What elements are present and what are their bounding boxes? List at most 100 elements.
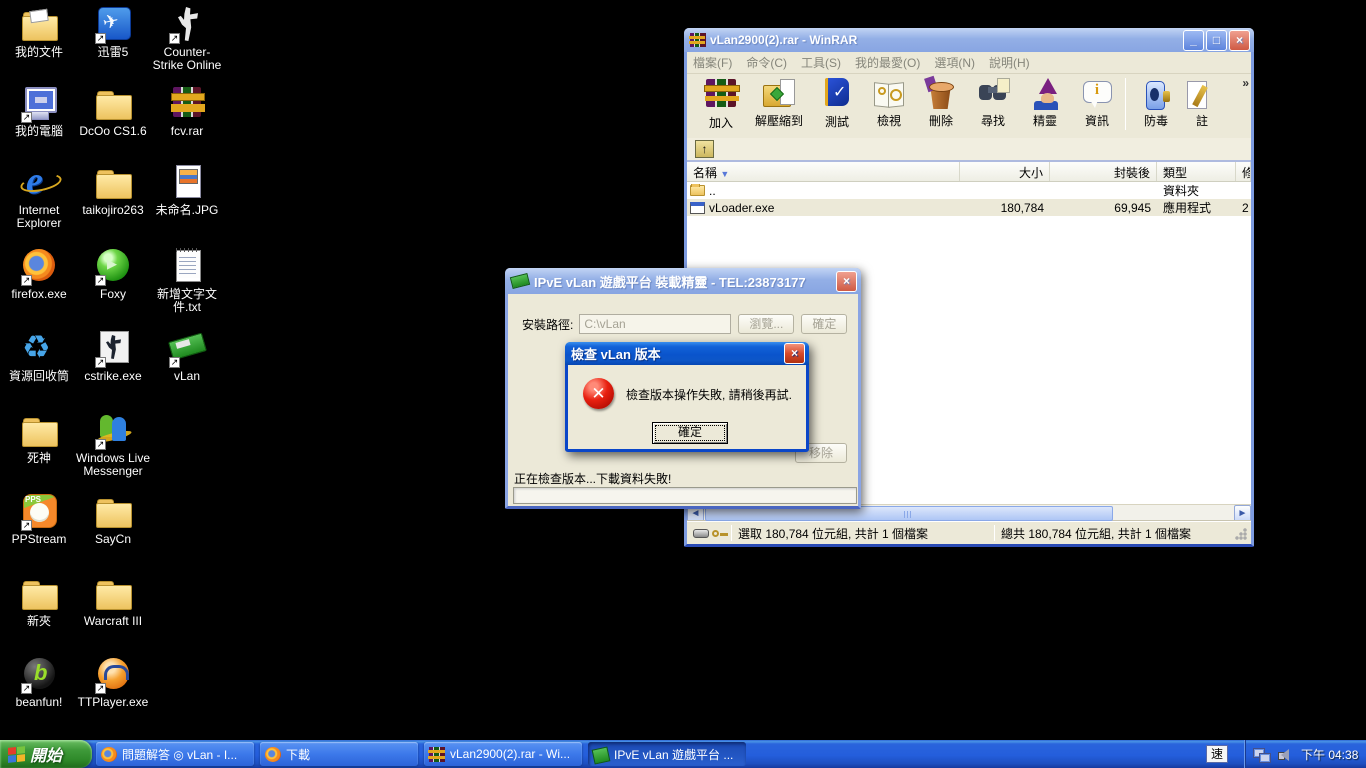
winrar-titlebar[interactable]: vLan2900(2).rar - WinRAR _ □ × — [684, 28, 1254, 52]
toolbar-antivirus-button[interactable]: 防毒 — [1130, 76, 1182, 129]
toolbar-info-button[interactable]: i 資訊 — [1071, 76, 1123, 129]
toolbar-wizard-button[interactable]: 精靈 — [1019, 76, 1071, 129]
error-dialog-close-button[interactable]: × — [784, 343, 805, 364]
desktop-icon-taikojiro263[interactable]: taikojiro263 — [75, 163, 151, 217]
desktop-icon-deathgod-folder[interactable]: 死神 — [1, 411, 77, 465]
desktop-icon-thunder5[interactable]: ↗迅雷5 — [75, 5, 151, 59]
desktop-icon-warcraft3[interactable]: Warcraft III — [75, 574, 151, 628]
start-button[interactable]: 開始 — [0, 740, 92, 768]
desktop: 我的文件 ↗迅雷5 ↗Counter-Strike Online ↗我的電腦 D… — [0, 0, 1366, 768]
resize-grip[interactable] — [1235, 528, 1247, 540]
table-row-vloader[interactable]: vLoader.exe 180,784 69,945 應用程式 2 — [687, 199, 1251, 216]
foxy-icon: ↗ — [92, 247, 134, 286]
maximize-button[interactable]: □ — [1206, 29, 1227, 51]
error-dialog-titlebar[interactable]: 檢查 vLan 版本 × — [565, 342, 809, 365]
folder-icon — [92, 163, 134, 201]
installer-close-button[interactable]: × — [836, 270, 857, 292]
image-file-icon — [166, 163, 208, 201]
my-computer-icon: ↗ — [18, 84, 60, 123]
taskbar-task-firefox-qa[interactable]: 問題解答 ◎ vLan - I... — [96, 742, 254, 766]
menu-file[interactable]: 檔案(F) — [693, 54, 732, 71]
taskbar-clock[interactable]: 下午 04:38 — [1301, 746, 1358, 763]
toolbar-test-button[interactable]: 測試 — [811, 76, 863, 130]
desktop-icon-recycle-bin[interactable]: 資源回收筒 — [1, 329, 77, 383]
error-ok-button[interactable]: 確定 — [652, 422, 728, 444]
installer-titlebar[interactable]: IPvE vLan 遊戲平台 裝載精靈 - TEL:23873177 × — [505, 268, 861, 294]
minimize-button[interactable]: _ — [1183, 29, 1204, 51]
browse-button[interactable]: 瀏覽... — [738, 314, 795, 334]
desktop-icon-saycn[interactable]: SayCn — [75, 492, 151, 546]
menu-help[interactable]: 說明(H) — [989, 54, 1030, 71]
my-documents-icon — [18, 5, 60, 43]
desktop-icon-counter-strike-online[interactable]: ↗ Counter-Strike Online — [149, 5, 225, 72]
desktop-icon-fcv-rar[interactable]: fcv.rar — [149, 84, 225, 138]
filelist-header: 名稱 ▼ 大小 封裝後 類型 修 — [687, 162, 1251, 182]
shortcut-arrow-icon: ↗ — [95, 33, 106, 44]
desktop-icon-firefox[interactable]: ↗ firefox.exe — [1, 247, 77, 301]
key-icon[interactable] — [712, 529, 728, 537]
toolbar-view-button[interactable]: 檢視 — [863, 76, 915, 129]
winrar-app-icon — [689, 33, 706, 47]
desktop-icon-untitled-jpg[interactable]: 未命名.JPG — [149, 163, 225, 217]
desktop-icon-my-computer[interactable]: ↗ 我的電腦 — [1, 84, 77, 138]
column-header-packed[interactable]: 封裝後 — [1050, 162, 1157, 181]
column-header-type[interactable]: 類型 — [1157, 162, 1236, 181]
table-row-parent-dir[interactable]: .. 資料夾 — [687, 182, 1251, 199]
up-one-level-button[interactable]: ↑ — [695, 140, 714, 158]
desktop-icon-vlan[interactable]: ↗ vLan — [149, 329, 225, 383]
column-header-name[interactable]: 名稱 ▼ — [687, 162, 960, 181]
ttplayer-icon: ↗ — [92, 655, 134, 694]
folder-icon — [92, 84, 134, 122]
volume-tray-icon[interactable] — [1278, 748, 1291, 761]
toolbar-overflow-chevron[interactable]: » — [1242, 76, 1249, 90]
folder-icon — [92, 492, 134, 530]
toolbar-extract-button[interactable]: 解壓縮到 — [747, 76, 811, 129]
wizard-icon — [1028, 77, 1062, 111]
winrar-menubar: 檔案(F) 命令(C) 工具(S) 我的最愛(O) 選項(N) 說明(H) — [687, 52, 1251, 74]
menu-favorites[interactable]: 我的最愛(O) — [855, 54, 920, 71]
menu-options[interactable]: 選項(N) — [934, 54, 975, 71]
menu-tools[interactable]: 工具(S) — [801, 54, 841, 71]
network-tray-icon[interactable] — [1253, 747, 1271, 763]
desktop-icon-windows-live-messenger[interactable]: ↗ Windows Live Messenger — [75, 411, 151, 478]
desktop-icon-internet-explorer[interactable]: e Internet Explorer — [1, 160, 77, 230]
install-path-label: 安裝路徑: — [522, 317, 574, 332]
menu-commands[interactable]: 命令(C) — [746, 54, 787, 71]
column-header-size[interactable]: 大小 — [960, 162, 1050, 181]
column-header-date[interactable]: 修 — [1236, 162, 1251, 181]
desktop-icon-beanfun[interactable]: b ↗ beanfun! — [1, 655, 77, 709]
taskbar-task-firefox-download[interactable]: 下載 — [260, 742, 418, 766]
desktop-icon-new-text-file[interactable]: 新增文字文件.txt — [149, 247, 225, 314]
taskbar-task-winrar[interactable]: vLan2900(2).rar - Wi... — [424, 742, 582, 766]
desktop-icon-ttplayer[interactable]: ↗ TTPlayer.exe — [75, 655, 151, 709]
install-path-input[interactable] — [579, 314, 732, 334]
add-icon — [704, 79, 740, 107]
installer-progress-bar — [513, 487, 857, 504]
firefox-icon — [101, 746, 117, 762]
desktop-icon-cstrike[interactable]: ↗ cstrike.exe — [75, 329, 151, 383]
shortcut-arrow-icon: ↗ — [169, 357, 180, 368]
desktop-icon-foxy[interactable]: ↗Foxy — [75, 247, 151, 301]
folder-icon — [18, 574, 60, 612]
toolbar-add-button[interactable]: 加入 — [695, 76, 747, 131]
toolbar-delete-button[interactable]: 刪除 — [915, 75, 967, 129]
toolbar-comment-button[interactable]: 註 — [1182, 76, 1222, 129]
error-icon: ✕ — [583, 378, 614, 409]
winrar-status-bar: 選取 180,784 位元組, 共計 1 個檔案 總共 180,784 位元組,… — [687, 521, 1251, 544]
desktop-icon-dcoo-cs16[interactable]: DcOo CS1.6 — [75, 84, 151, 138]
close-button[interactable]: × — [1229, 29, 1250, 51]
cstrike-icon: ↗ — [92, 329, 134, 368]
toolbar-find-button[interactable]: 尋找 — [967, 76, 1019, 129]
desktop-icon-my-documents[interactable]: 我的文件 — [1, 5, 77, 59]
installer-ok-button[interactable]: 確定 — [801, 314, 848, 334]
taskbar-task-vlan-installer[interactable]: IPvE vLan 遊戲平台 ... — [588, 742, 746, 766]
drive-icon[interactable] — [693, 528, 709, 538]
desktop-icon-new-folder[interactable]: 新夾 — [1, 574, 77, 628]
info-icon: i — [1080, 77, 1114, 111]
desktop-icon-ppstream[interactable]: PPS ↗ PPStream — [1, 492, 77, 546]
winrar-title: vLan2900(2).rar - WinRAR — [710, 33, 858, 47]
ime-language-indicator[interactable]: 速 — [1206, 745, 1228, 763]
test-icon — [825, 78, 849, 106]
vlan-icon: ↗ — [166, 329, 208, 368]
scroll-right-button[interactable]: ► — [1234, 504, 1251, 522]
